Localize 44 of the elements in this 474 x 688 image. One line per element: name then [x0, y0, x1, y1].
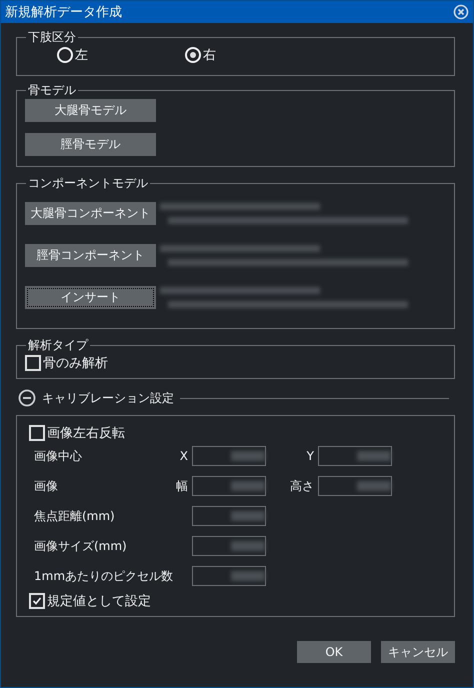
radio-icon[interactable] [185, 47, 201, 63]
field-label: 幅 [175, 478, 188, 494]
checkbox-label: 骨のみ解析 [43, 355, 108, 372]
group-label: 下肢区分 [27, 29, 77, 46]
radio-label: 左 [75, 47, 88, 64]
dialog-button[interactable]: キャンセル [381, 641, 455, 663]
window-title: 新規解析データ作成 [5, 4, 122, 21]
input-field[interactable] [192, 476, 266, 496]
checkbox[interactable] [29, 593, 45, 609]
checkbox[interactable] [25, 355, 41, 371]
field-label: 1mmあたりのピクセル数 [34, 568, 174, 584]
check-icon [32, 596, 42, 606]
radio-option[interactable]: 右 [185, 46, 216, 64]
component-button[interactable]: インサート [25, 286, 156, 308]
field-label: 高さ [289, 478, 314, 494]
close-icon[interactable] [453, 4, 469, 20]
input-field[interactable] [192, 566, 266, 586]
radio-option[interactable]: 左 [57, 46, 88, 64]
model-button[interactable]: 脛骨モデル [25, 133, 156, 156]
group-label: コンポーネントモデル [27, 175, 149, 192]
field-label: 焦点距離(mm) [34, 508, 116, 524]
input-field[interactable] [192, 446, 266, 466]
component-button[interactable]: 大腿骨コンポーネント [25, 202, 156, 224]
section-title: キャリブレーション設定 [42, 390, 174, 406]
checkbox[interactable] [29, 425, 45, 441]
dialog-button[interactable]: OK [297, 641, 371, 663]
field-label: Y [306, 449, 314, 463]
collapse-icon[interactable] [18, 389, 36, 407]
radio-label: 右 [203, 47, 216, 64]
input-field[interactable] [318, 476, 392, 496]
model-button[interactable]: 大腿骨モデル [25, 99, 156, 122]
field-label: 画像 [34, 478, 59, 494]
checkbox-label: 画像左右反転 [47, 425, 125, 442]
field-label: 画像サイズ(mm) [34, 538, 128, 554]
field-label: X [178, 449, 188, 463]
input-field[interactable] [192, 536, 266, 556]
component-button[interactable]: 脛骨コンポーネント [25, 244, 156, 266]
group-label: 骨モデル [27, 82, 77, 99]
input-field[interactable] [192, 506, 266, 526]
group-label: 解析タイプ [27, 337, 90, 354]
checkbox-label: 規定値として設定 [47, 593, 151, 610]
field-label: 画像中心 [34, 448, 83, 464]
radio-icon[interactable] [57, 47, 73, 63]
input-field[interactable] [318, 446, 392, 466]
